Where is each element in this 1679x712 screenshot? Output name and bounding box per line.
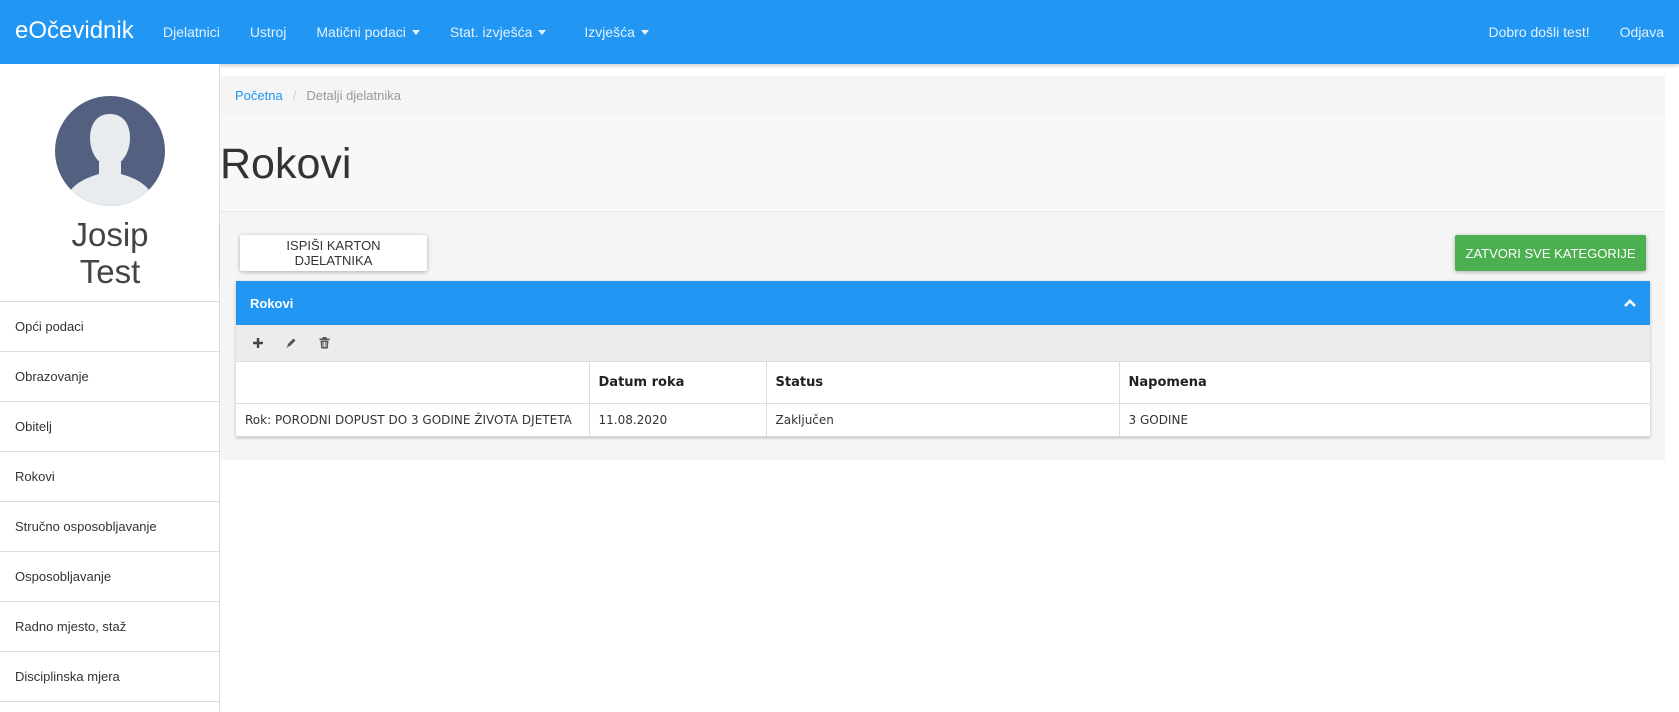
top-navbar: eOčevidnik Djelatnici Ustroj Matični pod… [0, 0, 1679, 64]
nav-stat-izvjesca-dropdown[interactable]: Stat. izvješća [449, 24, 547, 40]
sidebar-item-osposobljavanje[interactable]: Osposobljavanje [0, 552, 220, 602]
sidebar-item-label: Disciplinska mjera [15, 669, 120, 684]
print-employee-card-button[interactable]: ISPIŠI KARTON DJELATNIKA [240, 235, 427, 271]
nav-djelatnici[interactable]: Djelatnici [163, 24, 220, 40]
table-row[interactable]: Rok: PORODNI DOPUST DO 3 GODINE ŽIVOTA D… [236, 403, 1650, 437]
breadcrumb-current: Detalji djelatnika [306, 88, 401, 103]
sidebar-item-obitelj[interactable]: Obitelj [0, 402, 220, 452]
table-header-row: Datum roka Status Napomena [236, 362, 1650, 404]
page-title: Rokovi [220, 140, 352, 188]
caret-down-icon [538, 29, 547, 35]
breadcrumb-home-link[interactable]: Početna [235, 88, 283, 103]
sidebar-menu: Opći podaci Obrazovanje Obitelj Rokovi S… [0, 301, 220, 702]
sidebar-item-label: Stručno osposobljavanje [15, 519, 157, 534]
sidebar-item-label: Obrazovanje [15, 369, 89, 384]
sidebar-item-label: Opći podaci [15, 319, 84, 334]
brand-logo[interactable]: eOčevidnik [15, 15, 134, 47]
rokovi-panel-header[interactable]: Rokovi [236, 281, 1650, 325]
logout-label: Odjava [1619, 24, 1664, 40]
sidebar-item-opci-podaci[interactable]: Opći podaci [0, 302, 220, 352]
breadcrumb-separator: / [292, 88, 297, 103]
welcome-link[interactable]: Dobro došli test! [1488, 24, 1589, 40]
rokovi-toolbar [236, 325, 1650, 362]
delete-button[interactable] [312, 331, 336, 355]
cell-status: Zaključen [766, 403, 1120, 437]
breadcrumb: Početna / Detalji djelatnika [235, 88, 401, 103]
chevron-up-icon[interactable] [1624, 299, 1636, 307]
page-header: Rokovi [220, 115, 1665, 212]
cell-rok: Rok: PORODNI DOPUST DO 3 GODINE ŽIVOTA D… [236, 403, 590, 437]
logout-link[interactable]: Odjava [1620, 24, 1664, 40]
pencil-icon [286, 338, 296, 348]
nav-ustroj-label: Ustroj [249, 24, 287, 40]
plus-icon [253, 338, 263, 348]
user-silhouette-icon [67, 114, 153, 206]
sidebar: Josip Test Opći podaci Obrazovanje Obite… [0, 64, 220, 712]
sidebar-item-label: Obitelj [15, 419, 52, 434]
nav-stat-izvjesca-label: Stat. izvješća [449, 24, 533, 40]
rokovi-panel: Rokovi Datum roka Status Napomena Rok: P… [236, 281, 1650, 437]
sidebar-item-obrazovanje[interactable]: Obrazovanje [0, 352, 220, 402]
sidebar-item-label: Radno mjesto, staž [15, 619, 127, 634]
nav-djelatnici-label: Djelatnici [163, 24, 220, 40]
avatar [55, 96, 165, 206]
column-header-napomena[interactable]: Napomena [1119, 362, 1650, 404]
column-header[interactable] [236, 362, 590, 404]
welcome-label: Dobro došli test! [1488, 24, 1590, 40]
main-content: Početna / Detalji djelatnika Rokovi ISPI… [220, 76, 1665, 460]
nav-izvjesca-dropdown[interactable]: Izvješća [584, 24, 649, 40]
column-header-status[interactable]: Status [766, 362, 1120, 404]
sidebar-item-strucno-osposobljavanje[interactable]: Stručno osposobljavanje [0, 502, 220, 552]
user-last-name: Test [79, 253, 141, 290]
rokovi-panel-title: Rokovi [250, 295, 294, 311]
user-nav: Dobro došli test! Odjava [1458, 0, 1664, 64]
nav-maticni-podaci-label: Matični podaci [316, 24, 406, 40]
user-first-name: Josip [71, 216, 149, 253]
sidebar-item-label: Rokovi [15, 469, 55, 484]
cell-datum-roka: 11.08.2020 [589, 403, 767, 437]
rokovi-table: Datum roka Status Napomena Rok: PORODNI … [236, 362, 1650, 437]
edit-button[interactable] [279, 331, 303, 355]
sidebar-item-rokovi[interactable]: Rokovi [0, 452, 220, 502]
add-button[interactable] [246, 331, 270, 355]
nav-izvjesca-label: Izvješća [584, 24, 635, 40]
main-nav: Djelatnici Ustroj Matični podaci Stat. i… [163, 0, 679, 64]
sidebar-item-disciplinska-mjera[interactable]: Disciplinska mjera [0, 652, 220, 702]
nav-ustroj[interactable]: Ustroj [250, 24, 287, 40]
close-all-categories-button[interactable]: ZATVORI SVE KATEGORIJE [1455, 235, 1646, 271]
trash-icon [319, 337, 329, 349]
caret-down-icon [640, 29, 649, 35]
nav-maticni-podaci-dropdown[interactable]: Matični podaci [316, 24, 420, 40]
caret-down-icon [411, 29, 420, 35]
sidebar-item-radno-mjesto-staz[interactable]: Radno mjesto, staž [0, 602, 220, 652]
cell-napomena: 3 GODINE [1119, 403, 1650, 437]
column-header-datum-roka[interactable]: Datum roka [589, 362, 767, 404]
sidebar-item-label: Osposobljavanje [15, 569, 112, 584]
user-name: Josip Test [0, 216, 220, 290]
